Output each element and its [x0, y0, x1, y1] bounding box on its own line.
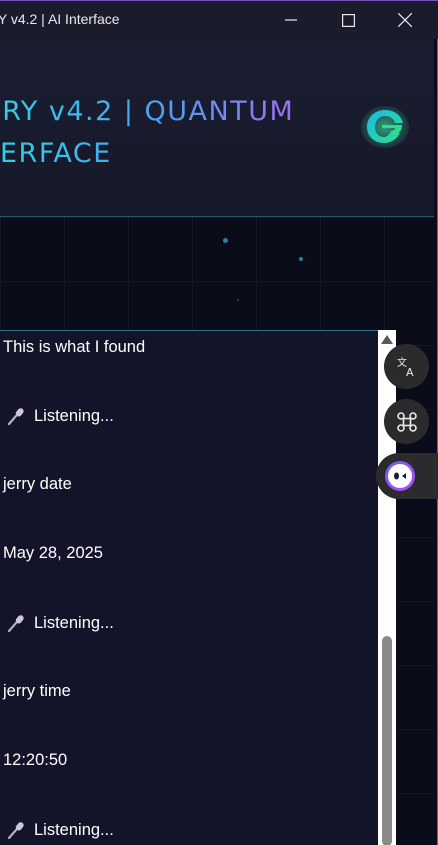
close-icon	[398, 13, 412, 27]
svg-text:A: A	[406, 366, 414, 378]
minimize-icon	[285, 19, 297, 21]
microphone-icon	[7, 615, 24, 633]
translate-icon: 文 A	[397, 356, 414, 378]
window-title: RY v4.2 | AI Interface	[0, 11, 120, 27]
app-header: RRY v4.2 | QUANTUM TERFACE	[0, 39, 434, 217]
edge-style-logo-icon	[361, 106, 409, 148]
command-icon	[396, 411, 417, 432]
chat-message: May 28, 2025	[3, 544, 103, 562]
assistant-eyes-icon	[394, 472, 406, 480]
title-bar[interactable]: RY v4.2 | AI Interface	[0, 1, 438, 39]
close-button[interactable]	[376, 1, 434, 39]
chat-message: Listening...	[3, 820, 114, 840]
scroll-up-arrow-icon[interactable]	[380, 333, 394, 347]
grid-particle	[299, 257, 303, 261]
scroll-thumb[interactable]	[382, 636, 392, 845]
title-line-2: TERFACE	[0, 138, 112, 169]
maximize-icon	[341, 13, 355, 27]
translate-button[interactable]: 文 A	[384, 344, 429, 389]
chat-message: jerry date	[3, 475, 72, 493]
app-window: RY v4.2 | AI Interface RRY v4.2 | QUANTU…	[0, 0, 438, 845]
title-line-1: RRY v4.2 | QUANTUM	[0, 96, 295, 127]
chat-message: This is what I found	[3, 338, 146, 356]
chat-message: Listening...	[3, 406, 114, 426]
page-title: RRY v4.2 | QUANTUM TERFACE	[0, 91, 302, 175]
assistant-button[interactable]	[376, 453, 438, 499]
microphone-icon	[7, 822, 24, 840]
microphone-icon	[7, 408, 24, 426]
grid-particle	[237, 299, 239, 301]
apps-button[interactable]	[384, 399, 429, 444]
chat-message: Listening...	[3, 613, 114, 633]
minimize-button[interactable]	[262, 1, 320, 39]
chat-message: 12:20:50	[3, 751, 68, 769]
chat-log[interactable]: This is what I found Listening... jerry …	[0, 330, 378, 845]
chat-message: jerry time	[3, 682, 71, 700]
assistant-face-icon	[385, 461, 415, 491]
maximize-button[interactable]	[319, 1, 377, 39]
grid-particle	[223, 238, 228, 243]
